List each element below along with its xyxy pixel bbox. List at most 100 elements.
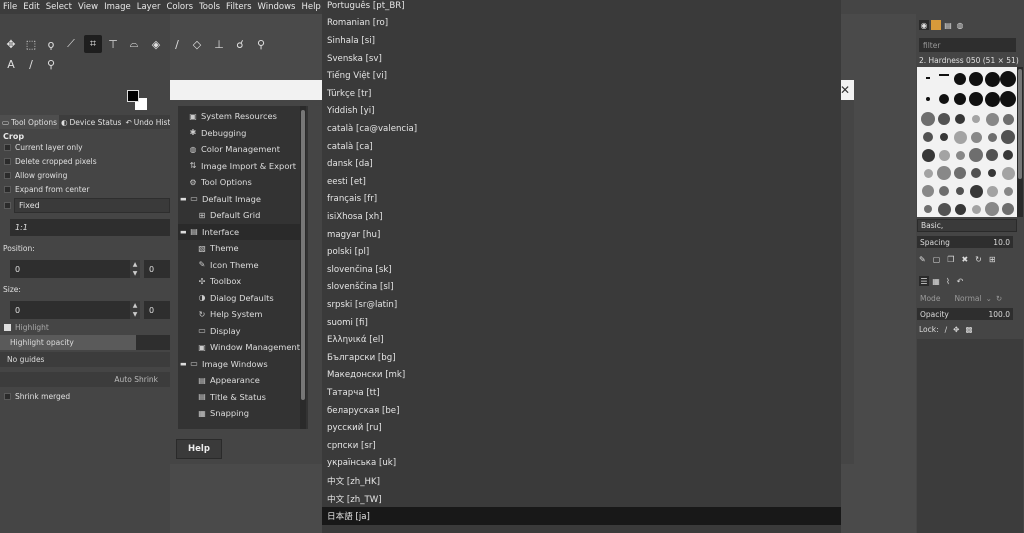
brush-preview-icon[interactable]: [922, 185, 934, 197]
crop-tool-icon[interactable]: ⌗: [84, 35, 102, 53]
highlight-checkbox[interactable]: Highlight: [4, 323, 49, 332]
position-x-increment[interactable]: ▲: [130, 260, 140, 269]
brush-preview-icon[interactable]: [955, 150, 965, 160]
smudge-tool-icon[interactable]: ☌: [231, 35, 249, 53]
brush-preview-icon[interactable]: [972, 115, 980, 123]
language-option[interactable]: suomi [fi]: [322, 314, 841, 332]
language-option[interactable]: Yiddish [yi]: [322, 103, 841, 121]
brush-preview-icon[interactable]: [923, 132, 933, 142]
language-option[interactable]: srpski [sr@latin]: [322, 296, 841, 314]
prefs-tree-item-interface[interactable]: ▬ ▤ Interface: [178, 223, 302, 240]
dodge-tool-icon[interactable]: ⚲: [252, 35, 270, 53]
new-brush-icon[interactable]: ▢: [933, 255, 941, 264]
brush-grid[interactable]: [917, 67, 1017, 217]
brush-preview-icon[interactable]: [921, 148, 935, 162]
language-option[interactable]: Български [bg]: [322, 349, 841, 367]
brushes-tab-icon[interactable]: ◉: [919, 20, 929, 30]
brush-preview-icon[interactable]: [1001, 166, 1015, 180]
menu-image[interactable]: Image: [101, 2, 134, 12]
brush-preview-icon[interactable]: [953, 130, 967, 144]
language-option[interactable]: magyar [hu]: [322, 226, 841, 244]
lock-pixels-icon[interactable]: ∕: [945, 325, 948, 334]
fixed-mode-select[interactable]: Fixed: [14, 198, 170, 213]
position-x-input[interactable]: 0: [10, 260, 130, 278]
foreground-color-swatch[interactable]: [127, 90, 139, 102]
delete-cropped-pixels-checkbox[interactable]: Delete cropped pixels: [4, 157, 97, 166]
prefs-tree-item-icon-theme[interactable]: ✎ Icon Theme: [178, 257, 302, 273]
brush-preview-icon[interactable]: [971, 204, 981, 214]
brush-preview-icon[interactable]: [1003, 186, 1013, 196]
brush-preview-icon[interactable]: [926, 97, 930, 101]
highlight-opacity-slider[interactable]: Highlight opacity: [0, 335, 136, 350]
brush-preview-icon[interactable]: [986, 149, 998, 161]
lock-position-icon[interactable]: ✥: [953, 325, 959, 334]
fuzzy-select-tool-icon[interactable]: ⟋: [62, 35, 80, 53]
brush-preview-icon[interactable]: [954, 73, 966, 85]
brush-preview-icon[interactable]: [938, 149, 950, 161]
fonts-tab-icon[interactable]: ▤: [943, 20, 953, 30]
prefs-tree-item-default-image[interactable]: ▬ ▭ Default Image: [178, 191, 302, 207]
fixed-checkbox[interactable]: [4, 202, 11, 209]
brush-preview-icon[interactable]: [954, 93, 966, 105]
brush-preview-icon[interactable]: [937, 202, 951, 216]
color-picker-tool-icon[interactable]: ∕: [22, 55, 40, 73]
brush-preview-icon[interactable]: [939, 186, 949, 196]
brush-preview-icon[interactable]: [938, 113, 950, 125]
highlight-opacity-value[interactable]: [136, 335, 170, 350]
brush-preview-icon[interactable]: [969, 72, 983, 86]
brush-preview-icon[interactable]: [1001, 130, 1015, 144]
prefs-tree-item-toolbox[interactable]: ✣ Toolbox: [178, 273, 302, 289]
prefs-tree-item-title-status[interactable]: ▤ Title & Status: [178, 389, 302, 405]
brush-preview-icon[interactable]: [970, 131, 982, 143]
position-x-decrement[interactable]: ▼: [130, 269, 140, 278]
patterns-tab-icon[interactable]: [931, 20, 941, 30]
brush-preview-icon[interactable]: [1000, 91, 1016, 107]
document-history-tab-icon[interactable]: ◍: [955, 20, 965, 30]
menu-colors[interactable]: Colors: [163, 2, 196, 12]
prefs-tree-item-tool-options[interactable]: ⚙ Tool Options: [178, 174, 302, 190]
brush-preview-icon[interactable]: [984, 91, 1000, 107]
menu-filters[interactable]: Filters: [223, 2, 254, 12]
brush-preview-icon[interactable]: [956, 187, 964, 195]
language-option[interactable]: slovenčina [sk]: [322, 261, 841, 279]
brush-preview-icon[interactable]: [984, 71, 1000, 87]
language-option[interactable]: русский [ru]: [322, 419, 841, 437]
brush-preview-icon[interactable]: [1002, 203, 1014, 215]
brush-preview-icon[interactable]: [924, 205, 932, 213]
brush-preview-icon[interactable]: [969, 148, 983, 162]
duplicate-brush-icon[interactable]: ❐: [947, 255, 954, 264]
expander-icon[interactable]: ▬: [180, 228, 187, 236]
prefs-tree-item-debugging[interactable]: ✱ Debugging: [178, 125, 302, 141]
language-option[interactable]: 中文 [zh_HK]: [322, 472, 841, 490]
prefs-tree-item-default-grid[interactable]: ⊞ Default Grid: [178, 207, 302, 223]
size-w-increment[interactable]: ▲: [130, 301, 140, 310]
prefs-tree-item-theme[interactable]: ▧ Theme: [178, 240, 302, 256]
menu-select[interactable]: Select: [43, 2, 75, 12]
language-option[interactable]: polski [pl]: [322, 243, 841, 261]
size-h-input[interactable]: 0: [144, 301, 170, 319]
lock-alpha-icon[interactable]: ▩: [965, 325, 972, 334]
layers-list[interactable]: [917, 339, 1023, 533]
brush-preview-icon[interactable]: [969, 92, 983, 106]
language-option[interactable]: 中文 [zh_TW]: [322, 490, 841, 508]
clone-tool-icon[interactable]: ⊥: [210, 35, 228, 53]
brush-preview-icon[interactable]: [985, 112, 999, 126]
language-option[interactable]: slovenščina [sl]: [322, 279, 841, 297]
brush-filter-input[interactable]: filter: [919, 38, 1016, 52]
shrink-merged-checkbox[interactable]: Shrink merged: [4, 392, 70, 401]
menu-layer[interactable]: Layer: [134, 2, 164, 12]
language-option[interactable]: беларуская [be]: [322, 402, 841, 420]
prefs-tree-item-system-resources[interactable]: ▣ System Resources: [178, 108, 302, 124]
current-layer-only-checkbox[interactable]: Current layer only: [4, 143, 83, 152]
layer-mode-select[interactable]: Normal: [954, 294, 981, 303]
prefs-tree-item-color-management[interactable]: ◍ Color Management: [178, 141, 302, 157]
prefs-tree-item-image-import-export[interactable]: ⇅ Image Import & Export: [178, 158, 302, 174]
language-option[interactable]: 日本語 [ja]: [322, 507, 841, 525]
size-w-decrement[interactable]: ▼: [130, 310, 140, 319]
language-option[interactable]: isiXhosa [xh]: [322, 208, 841, 226]
language-option[interactable]: Türkçe [tr]: [322, 85, 841, 103]
language-option[interactable]: Svenska [sv]: [322, 50, 841, 68]
language-option[interactable]: Tiếng Việt [vi]: [322, 67, 841, 85]
language-option[interactable]: Татарча [tt]: [322, 384, 841, 402]
language-option[interactable]: dansk [da]: [322, 155, 841, 173]
